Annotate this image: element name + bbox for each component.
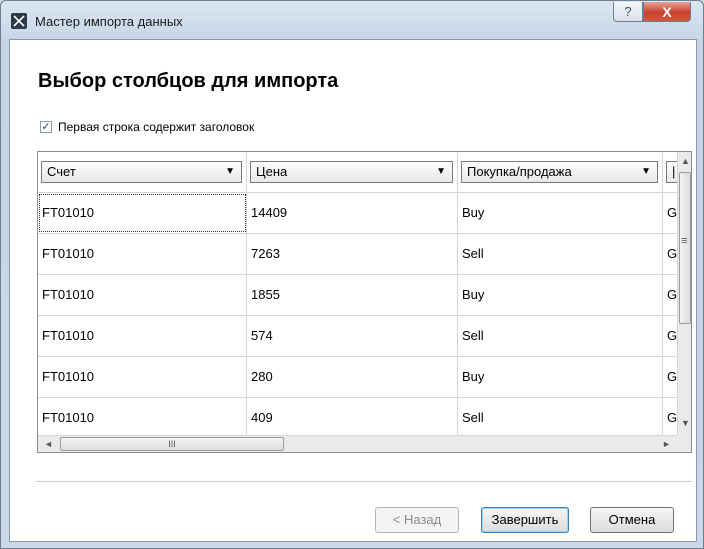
table-cell[interactable]: 7263 [247, 234, 458, 274]
scroll-down-icon[interactable]: ▼ [681, 418, 690, 428]
wizard-page: Выбор столбцов для импорта ✓ Первая стро… [9, 39, 697, 542]
table-row[interactable]: FT01010 409 Sell G [38, 397, 677, 438]
first-row-header-option[interactable]: ✓ Первая строка содержит заголовок [40, 120, 254, 134]
column-header-price: Цена ▼ [247, 152, 458, 192]
vertical-scrollbar[interactable]: ▲ ≡ ▼ [677, 152, 691, 435]
columns-grid: Счет ▼ Цена ▼ Покупка/продажа ▼ | FT0101… [37, 151, 692, 453]
scroll-up-icon[interactable]: ▲ [681, 156, 690, 166]
table-cell[interactable]: G [663, 316, 677, 356]
table-cell[interactable]: 280 [247, 357, 458, 397]
column-select-account[interactable]: Счет ▼ [41, 161, 242, 183]
column-select-value: | [672, 164, 676, 179]
first-row-header-label: Первая строка содержит заголовок [58, 120, 255, 134]
column-select-value: Счет [47, 164, 76, 179]
close-icon: X [662, 3, 672, 20]
table-row[interactable]: FT01010 280 Buy G [38, 356, 677, 397]
column-select-value: Покупка/продажа [467, 164, 572, 179]
chevron-down-icon: ▼ [225, 166, 235, 177]
scrollbar-corner [677, 435, 691, 452]
table-cell[interactable]: 1855 [247, 275, 458, 315]
table-cell[interactable]: FT01010 [38, 357, 247, 397]
divider [36, 481, 692, 482]
table-cell[interactable]: FT01010 [38, 234, 247, 274]
table-cell[interactable]: Buy [458, 193, 663, 233]
grip-icon: III [168, 439, 176, 449]
table-row[interactable]: FT01010 574 Sell G [38, 315, 677, 356]
table-cell[interactable]: Buy [458, 357, 663, 397]
table-cell[interactable]: FT01010 [38, 316, 247, 356]
grip-icon: ≡ [681, 235, 688, 247]
table-cell[interactable]: Buy [458, 275, 663, 315]
table-cell[interactable]: G [663, 357, 677, 397]
help-icon: ? [624, 4, 632, 19]
table-row[interactable]: FT01010 7263 Sell G [38, 233, 677, 274]
window-title: Мастер импорта данных [35, 14, 183, 29]
chevron-down-icon: ▼ [641, 166, 651, 177]
table-cell[interactable]: G [663, 275, 677, 315]
cancel-button[interactable]: Отмена [590, 507, 674, 533]
title-bar: Мастер импорта данных ? X [1, 1, 703, 39]
import-wizard-window: Мастер импорта данных ? X Выбор столбцов… [0, 0, 704, 549]
table-row[interactable]: FT01010 1855 Buy G [38, 274, 677, 315]
horizontal-scroll-thumb[interactable]: III [60, 437, 284, 451]
scroll-left-icon[interactable]: ◄ [44, 439, 53, 449]
close-button[interactable]: X [643, 2, 691, 22]
table-cell[interactable]: FT01010 [38, 398, 247, 438]
table-cell[interactable]: G [663, 398, 677, 438]
table-cell[interactable]: 14409 [247, 193, 458, 233]
horizontal-scrollbar[interactable]: ◄ III ► [38, 435, 677, 452]
column-header-side: Покупка/продажа ▼ [458, 152, 663, 192]
checkmark-icon: ✓ [41, 120, 51, 133]
first-row-header-checkbox[interactable]: ✓ [40, 121, 52, 133]
table-cell[interactable]: Sell [458, 398, 663, 438]
column-select-side[interactable]: Покупка/продажа ▼ [461, 161, 658, 183]
column-header-account: Счет ▼ [38, 152, 247, 192]
scroll-right-icon[interactable]: ► [662, 439, 671, 449]
table-row[interactable]: FT01010 14409 Buy G [38, 192, 677, 233]
app-logo-icon [11, 13, 27, 29]
finish-button[interactable]: Завершить [481, 507, 569, 533]
page-title: Выбор столбцов для импорта [38, 70, 339, 92]
table-cell[interactable]: G [663, 234, 677, 274]
table-cell[interactable]: 409 [247, 398, 458, 438]
column-select-value: Цена [256, 164, 288, 179]
chevron-down-icon: ▼ [436, 166, 446, 177]
table-cell[interactable]: FT01010 [38, 193, 247, 233]
table-cell[interactable]: G [663, 193, 677, 233]
column-header-extra: | [663, 152, 687, 192]
table-cell[interactable]: FT01010 [38, 275, 247, 315]
back-button[interactable]: < Назад [375, 507, 459, 533]
table-cell[interactable]: Sell [458, 234, 663, 274]
table-cell[interactable]: 574 [247, 316, 458, 356]
table-cell[interactable]: Sell [458, 316, 663, 356]
column-select-price[interactable]: Цена ▼ [250, 161, 453, 183]
vertical-scroll-thumb[interactable]: ≡ [679, 172, 691, 324]
help-button[interactable]: ? [613, 2, 643, 22]
